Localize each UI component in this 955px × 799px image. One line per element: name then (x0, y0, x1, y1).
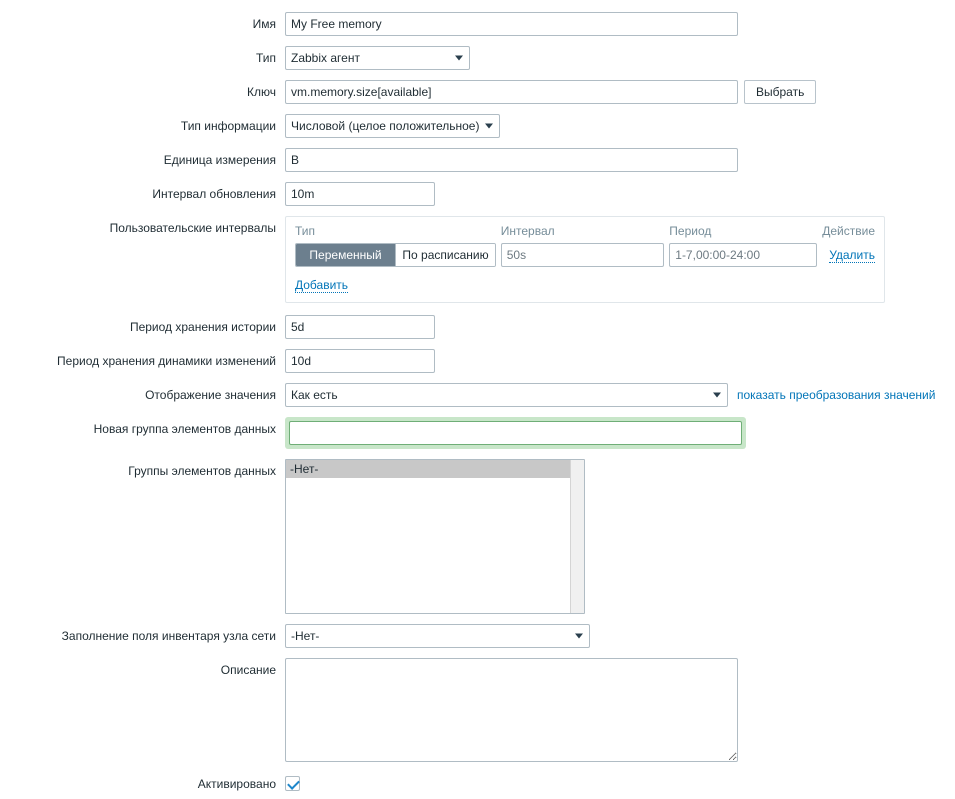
trends-input[interactable] (285, 349, 435, 373)
key-input[interactable] (285, 80, 738, 104)
field-update-interval (285, 182, 435, 206)
value-map-select-value: Как есть (291, 388, 338, 402)
row-name: Имя (0, 12, 955, 36)
applications-listbox[interactable]: -Нет- (285, 459, 585, 614)
interval-type-cell: Переменный По расписанию (295, 243, 501, 267)
label-units: Единица измерения (0, 148, 285, 172)
label-trends: Период хранения динамики изменений (0, 349, 285, 373)
row-value-map: Отображение значения Как есть показать п… (0, 383, 955, 407)
field-trends (285, 349, 435, 373)
field-custom-intervals: Тип Интервал Период Действие Переменный … (285, 216, 885, 303)
row-type: Тип Zabbix агент (0, 46, 955, 70)
header-type: Тип (295, 224, 501, 238)
row-description: Описание (0, 658, 955, 762)
field-value-map: Как есть показать преобразования значени… (285, 383, 935, 407)
label-enabled: Активировано (0, 772, 285, 796)
row-update-interval: Интервал обновления (0, 182, 955, 206)
custom-intervals-header: Тип Интервал Период Действие (295, 224, 875, 243)
row-applications: Группы элементов данных -Нет- (0, 459, 955, 614)
row-custom-intervals: Пользовательские интервалы Тип Интервал … (0, 216, 955, 303)
new-application-highlight (285, 417, 746, 449)
name-input[interactable] (285, 12, 738, 36)
chevron-down-icon (713, 393, 721, 398)
interval-value-cell (501, 243, 670, 267)
check-icon (287, 777, 300, 790)
add-interval-link[interactable]: Добавить (295, 278, 348, 293)
label-key: Ключ (0, 80, 285, 104)
interval-input[interactable] (501, 243, 664, 267)
field-description (285, 658, 738, 762)
field-info-type: Числовой (целое положительное) (285, 114, 500, 138)
label-custom-intervals: Пользовательские интервалы (0, 216, 285, 240)
label-value-map: Отображение значения (0, 383, 285, 407)
label-update-interval: Интервал обновления (0, 182, 285, 206)
update-interval-input[interactable] (285, 182, 435, 206)
row-trends: Период хранения динамики изменений (0, 349, 955, 373)
row-key: Ключ Выбрать (0, 80, 955, 104)
inventory-select-value: -Нет- (291, 629, 319, 643)
description-textarea[interactable] (285, 658, 738, 762)
label-new-application: Новая группа элементов данных (0, 417, 285, 441)
chevron-down-icon (485, 124, 493, 129)
row-units: Единица измерения (0, 148, 955, 172)
row-info-type: Тип информации Числовой (целое положител… (0, 114, 955, 138)
field-key: Выбрать (285, 80, 816, 104)
new-application-input[interactable] (289, 421, 742, 445)
type-select[interactable]: Zabbix агент (285, 46, 470, 70)
label-inventory: Заполнение поля инвентаря узла сети (0, 624, 285, 648)
chevron-down-icon (575, 634, 583, 639)
inventory-select[interactable]: -Нет- (285, 624, 590, 648)
custom-interval-row: Переменный По расписанию Удалить (295, 243, 875, 267)
list-item[interactable]: -Нет- (286, 460, 584, 478)
info-type-select-value: Числовой (целое положительное) (291, 119, 479, 133)
header-interval: Интервал (501, 224, 670, 238)
header-action: Действие (821, 224, 875, 238)
field-name (285, 12, 738, 36)
interval-type-toggle: Переменный По расписанию (295, 243, 496, 267)
value-map-select[interactable]: Как есть (285, 383, 728, 407)
field-new-application (285, 417, 746, 449)
label-description: Описание (0, 658, 285, 682)
listbox-scrollbar[interactable] (570, 460, 584, 613)
units-input[interactable] (285, 148, 738, 172)
row-enabled: Активировано (0, 772, 955, 796)
chevron-down-icon (455, 56, 463, 61)
custom-intervals-panel: Тип Интервал Период Действие Переменный … (285, 216, 885, 303)
interval-period-cell (669, 243, 821, 267)
row-new-application: Новая группа элементов данных (0, 417, 955, 449)
item-configuration-form: Имя Тип Zabbix агент Ключ Выбрать Тип ин… (0, 0, 955, 796)
remove-interval-link[interactable]: Удалить (829, 248, 875, 263)
interval-action-cell: Удалить (821, 248, 875, 263)
field-inventory: -Нет- (285, 624, 590, 648)
period-input[interactable] (669, 243, 817, 267)
label-type: Тип (0, 46, 285, 70)
label-applications: Группы элементов данных (0, 459, 285, 483)
label-name: Имя (0, 12, 285, 36)
info-type-select[interactable]: Числовой (целое положительное) (285, 114, 500, 138)
toggle-scheduling[interactable]: По расписанию (395, 244, 495, 266)
row-inventory: Заполнение поля инвентаря узла сети -Нет… (0, 624, 955, 648)
header-period: Период (669, 224, 821, 238)
field-units (285, 148, 738, 172)
label-info-type: Тип информации (0, 114, 285, 138)
field-enabled (285, 772, 300, 791)
show-value-mappings-link[interactable]: показать преобразования значений (737, 383, 935, 407)
field-type: Zabbix агент (285, 46, 470, 70)
enabled-checkbox[interactable] (285, 776, 300, 791)
row-history: Период хранения истории (0, 315, 955, 339)
add-interval-row: Добавить (295, 278, 875, 293)
field-applications: -Нет- (285, 459, 585, 614)
toggle-flexible[interactable]: Переменный (296, 244, 395, 266)
label-history: Период хранения истории (0, 315, 285, 339)
field-history (285, 315, 435, 339)
select-key-button[interactable]: Выбрать (744, 80, 816, 104)
type-select-value: Zabbix агент (291, 51, 360, 65)
history-input[interactable] (285, 315, 435, 339)
